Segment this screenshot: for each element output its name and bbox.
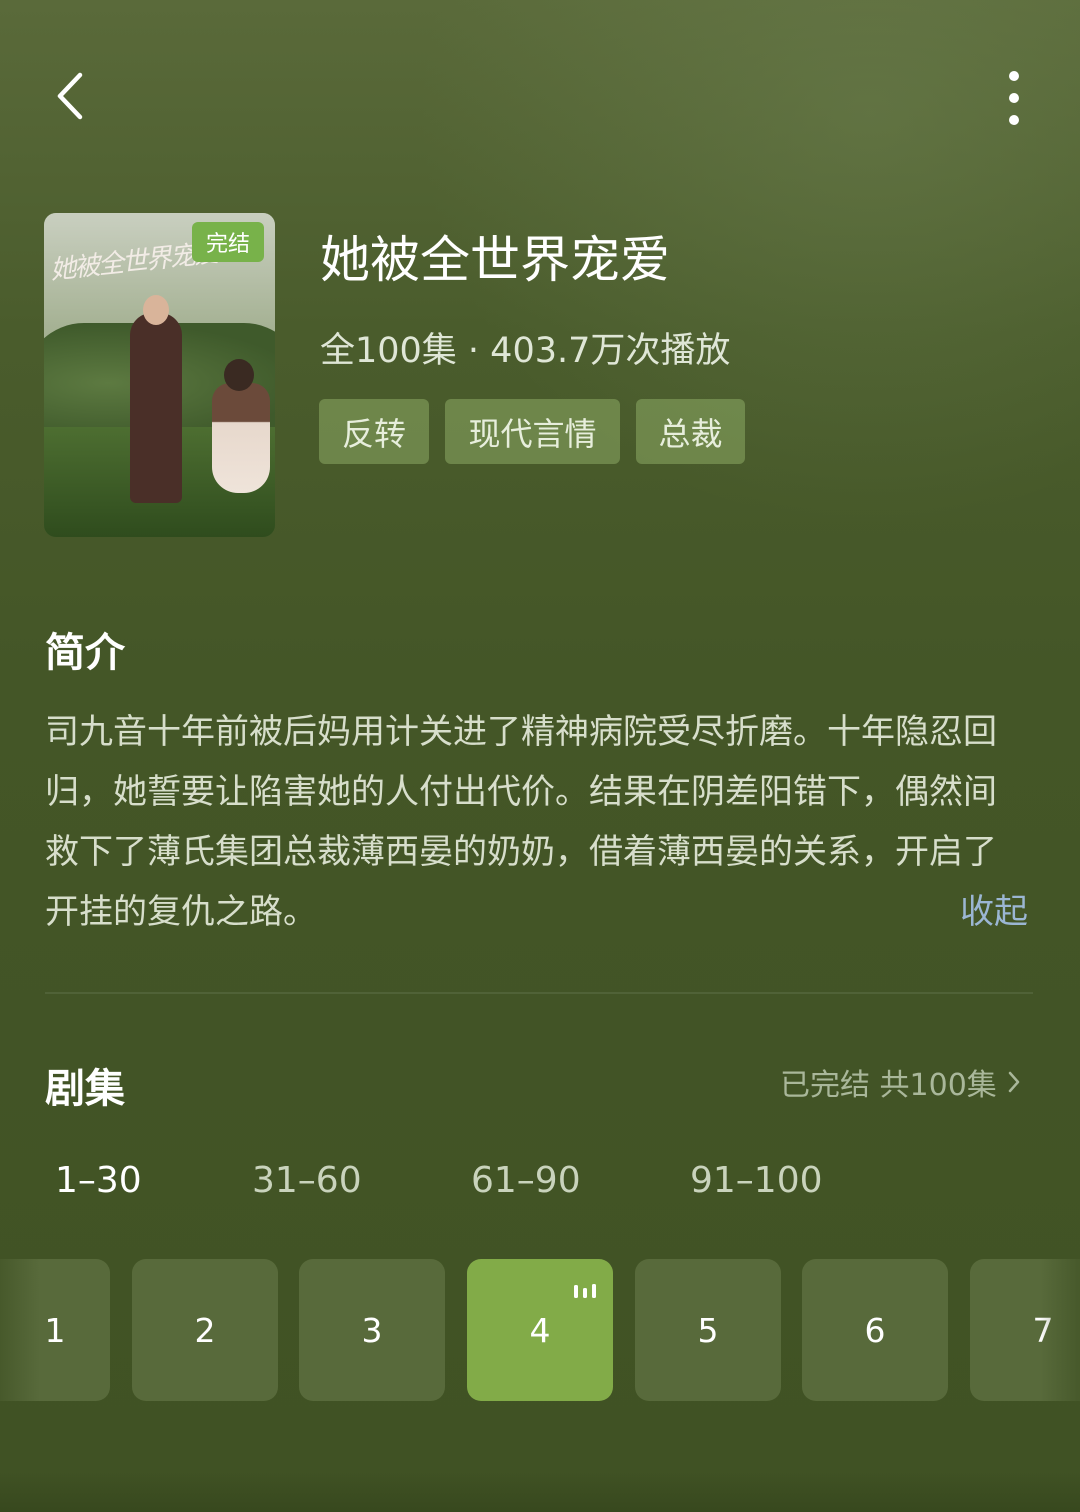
intro-heading: 简介 [45,630,125,676]
drama-title: 她被全世界宠爱 [320,231,670,289]
more-vertical-icon [1009,71,1019,125]
episode-button-3[interactable]: 3 [299,1259,445,1401]
episodes-status-link[interactable]: 已完结 共100集 [780,1060,1021,1104]
chevron-left-icon [57,72,83,120]
tag-reversal[interactable]: 反转 [319,399,429,464]
completed-badge: 完结 [192,222,264,262]
episode-button-4-current[interactable]: 4 [467,1259,613,1401]
back-button[interactable] [40,66,100,126]
intro-text: 司九音十年前被后妈用计关进了精神病院受尽折磨。十年隐忍回归，她誓要让陷害她的人付… [45,712,997,932]
range-tab-91-100[interactable]: 91–100 [690,1160,823,1201]
episode-number: 6 [864,1310,886,1350]
drama-meta: 全100集 · 403.7万次播放 [320,331,731,371]
episode-number: 2 [194,1310,216,1350]
episode-button-6[interactable]: 6 [802,1259,948,1401]
cover-man-figure [130,313,182,503]
chevron-right-icon [1008,1071,1020,1093]
now-playing-icon [574,1284,596,1298]
cover-woman-head [224,359,254,391]
list-fade-right [1040,1259,1080,1401]
range-tab-31-60[interactable]: 31–60 [252,1160,362,1201]
list-fade-left [0,1259,40,1401]
tag-ceo[interactable]: 总裁 [636,399,745,464]
range-tab-1-30[interactable]: 1–30 [55,1160,142,1201]
tag-modern-romance[interactable]: 现代言情 [445,399,620,464]
section-divider [45,992,1033,994]
episode-number: 3 [361,1310,383,1350]
tag-list: 反转 现代言情 总裁 [319,399,745,464]
episode-button-2[interactable]: 2 [132,1259,278,1401]
collapse-link[interactable]: 收起 [960,884,1028,933]
range-tab-61-90[interactable]: 61–90 [471,1160,581,1201]
episode-number: 5 [697,1310,719,1350]
episode-button-5[interactable]: 5 [635,1259,781,1401]
episodes-status: 已完结 共100集 [780,1068,997,1103]
bottom-fade [0,1470,1080,1512]
cover-woman-figure [212,383,270,493]
episode-number: 1 [44,1310,66,1350]
episodes-heading: 剧集 [45,1066,125,1112]
episode-list: 1 2 3 4 5 6 7 [0,1259,1080,1401]
episode-range-tabs: 1–30 31–60 61–90 91–100 [0,1160,1080,1216]
more-button[interactable] [984,66,1044,130]
episode-number: 4 [529,1310,551,1350]
top-bar [0,0,1080,190]
cover-man-head [143,295,169,325]
